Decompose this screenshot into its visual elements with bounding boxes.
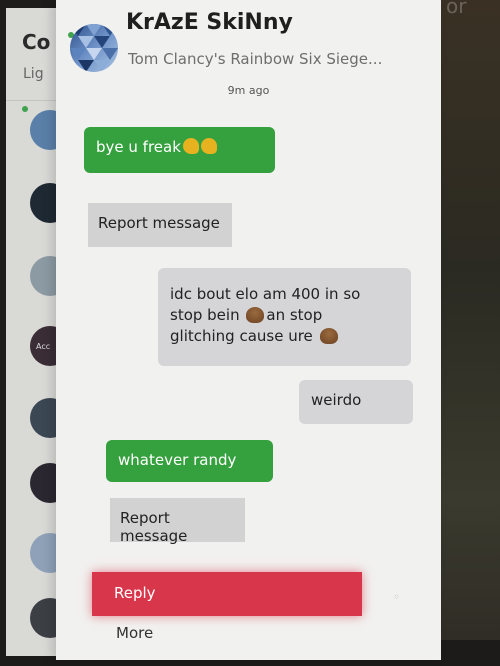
avatar-pattern-icon [70,24,118,72]
edge-text: or [446,0,467,18]
report-message-button[interactable]: Report message [110,498,245,545]
contact-name[interactable]: KrAzE SkiNny [126,10,293,35]
faded-icon: ◦ [393,590,401,604]
friend-avatar-label: Acc [36,342,51,351]
pile-of-poo-icon [319,328,338,344]
message-text-line: glitching cause ure [170,327,313,345]
message-text: bye u freak [96,138,181,156]
flexed-biceps-icon [200,138,217,154]
reply-button[interactable]: Reply [92,572,362,616]
received-message[interactable]: weirdo [299,380,413,424]
pile-of-poo-icon [246,307,265,323]
friends-panel-title: Co [22,30,51,54]
online-status-dot [22,106,28,112]
report-message-button[interactable]: Report message [88,203,232,247]
message-text-line: stop bein [170,306,240,324]
message-text-line: an stop [266,306,323,324]
friends-panel-subtitle: Lig [23,66,44,82]
sent-message[interactable]: whatever randy [106,440,273,482]
flexed-biceps-icon [182,138,199,154]
background-photo-edge: or [432,0,500,666]
game-status: Tom Clancy's Rainbow Six Siege... [128,50,383,68]
received-message[interactable]: idc bout elo am 400 in so stop bein an s… [158,268,411,366]
chat-panel: KrAzE SkiNny Tom Clancy's Rainbow Six Si… [56,0,441,660]
sent-message[interactable]: bye u freak [84,127,275,173]
message-timestamp: 9m ago [227,84,270,97]
avatar[interactable] [70,24,118,72]
more-button[interactable]: More [116,624,153,642]
message-text: whatever randy [118,451,237,469]
message-text-line: idc bout elo am 400 in so [170,285,361,303]
message-text: weirdo [311,391,362,409]
